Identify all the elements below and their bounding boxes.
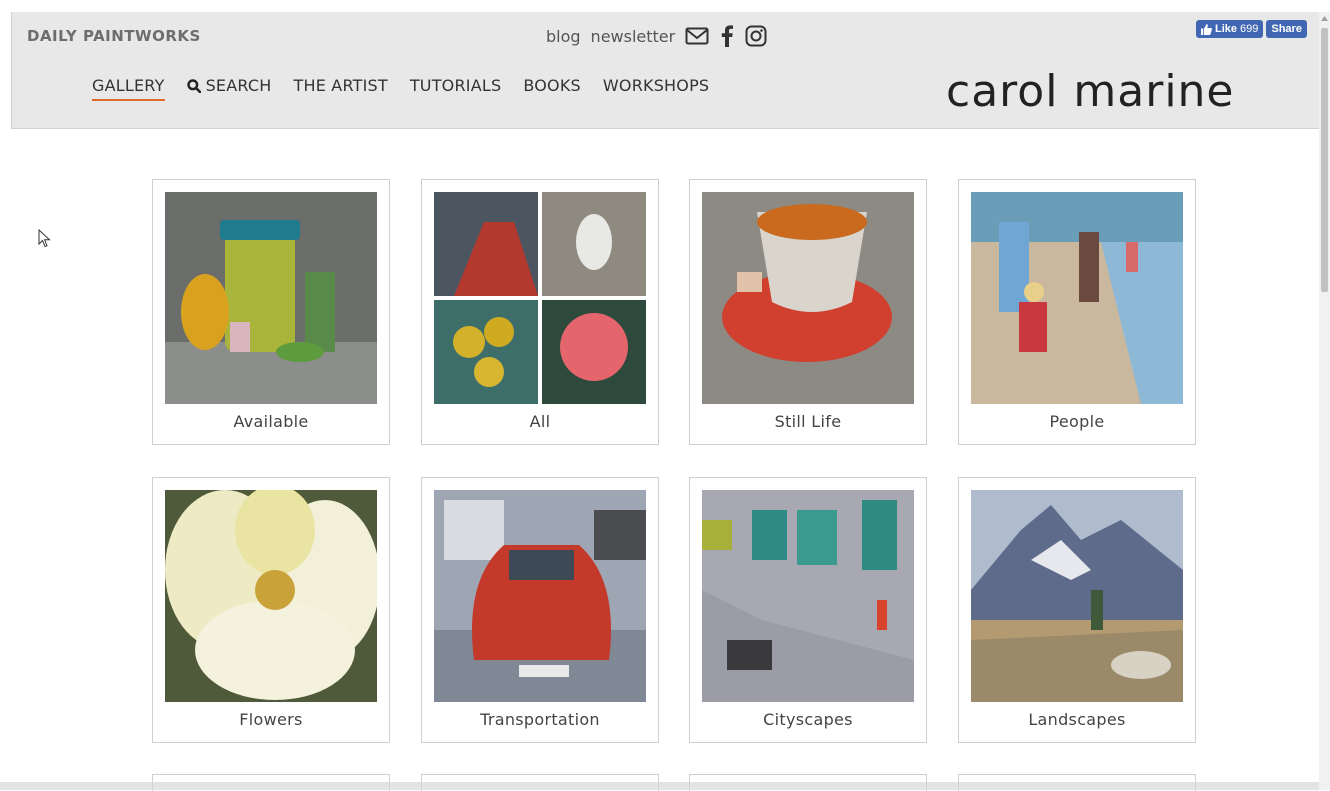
envelope-icon[interactable] [685, 27, 709, 45]
facebook-like-button[interactable]: Like 699 [1196, 20, 1264, 38]
search-icon [186, 78, 201, 93]
scrollbar-thumb[interactable] [1321, 28, 1328, 292]
mouse-cursor-icon [38, 229, 51, 248]
utility-links: blog newsletter [546, 22, 779, 50]
category-thumbnail [434, 192, 646, 404]
thumbs-up-icon [1201, 23, 1212, 35]
category-thumbnail [165, 490, 377, 702]
category-thumbnail [971, 192, 1183, 404]
category-label: Still Life [774, 412, 842, 431]
nav-books[interactable]: BOOKS [523, 76, 581, 95]
category-thumbnail [165, 192, 377, 404]
category-card-available[interactable]: Available [152, 179, 390, 445]
category-card-people[interactable]: People [958, 179, 1196, 445]
nav-tutorials[interactable]: TUTORIALS [410, 76, 502, 95]
scroll-up-arrow-icon[interactable] [1319, 12, 1330, 24]
facebook-like-label: Like [1215, 23, 1238, 35]
nav-search-label: SEARCH [205, 76, 272, 95]
blog-link[interactable]: blog [546, 27, 581, 46]
instagram-icon[interactable] [745, 25, 767, 47]
torn-edge-divider [0, 782, 1319, 790]
category-label: Landscapes [1028, 710, 1126, 729]
category-label: Transportation [480, 710, 600, 729]
site-logo[interactable]: carol marine [946, 66, 1235, 117]
nav-gallery[interactable]: GALLERY [92, 76, 165, 101]
category-card-still-life[interactable]: Still Life [689, 179, 927, 445]
category-thumbnail [434, 490, 646, 702]
newsletter-link[interactable]: newsletter [591, 27, 676, 46]
category-card-flowers[interactable]: Flowers [152, 477, 390, 743]
vertical-scrollbar[interactable] [1319, 12, 1330, 790]
window-top [0, 0, 1330, 12]
category-card-all[interactable]: All [421, 179, 659, 445]
facebook-like-count: 699 [1240, 23, 1259, 35]
category-card-transportation[interactable]: Transportation [421, 477, 659, 743]
category-label: Flowers [239, 710, 303, 729]
facebook-like-widget: Like 699 Share [1196, 20, 1307, 38]
category-label: People [1049, 412, 1105, 431]
category-card-landscapes[interactable]: Landscapes [958, 477, 1196, 743]
category-card-cityscapes[interactable]: Cityscapes [689, 477, 927, 743]
facebook-share-button[interactable]: Share [1266, 20, 1307, 38]
brand-link[interactable]: DAILY PAINTWORKS [27, 27, 201, 45]
site-header: DAILY PAINTWORKS blog newsletter Like 69… [11, 12, 1319, 129]
category-label: Cityscapes [763, 710, 853, 729]
category-label: Available [233, 412, 309, 431]
category-thumbnail [971, 490, 1183, 702]
category-thumbnail [702, 192, 914, 404]
category-label: All [529, 412, 551, 431]
facebook-icon[interactable] [721, 25, 734, 47]
nav-workshops[interactable]: WORKSHOPS [603, 76, 709, 95]
nav-search[interactable]: SEARCH [186, 76, 272, 95]
nav-the-artist[interactable]: THE ARTIST [294, 76, 388, 95]
category-thumbnail [702, 490, 914, 702]
main-nav: GALLERY SEARCH THE ARTIST TUTORIALS BOOK… [92, 76, 731, 101]
